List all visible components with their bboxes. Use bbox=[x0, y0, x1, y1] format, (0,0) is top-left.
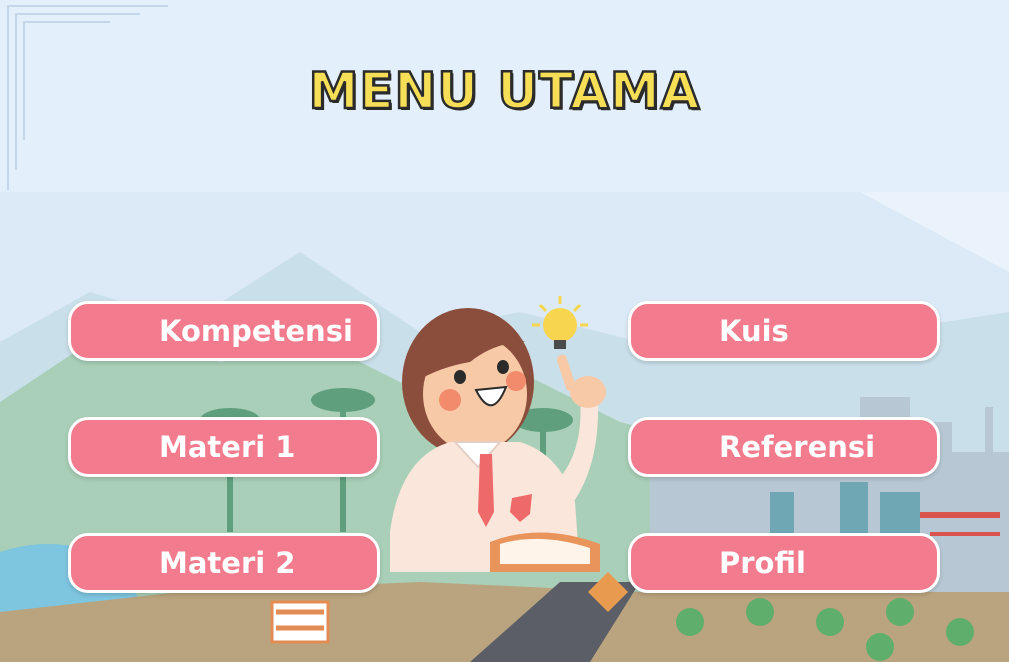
page-title: MENU UTAMA bbox=[307, 61, 701, 122]
referensi-button[interactable]: Referensi bbox=[628, 417, 940, 477]
kompetensi-button[interactable]: Kompetensi bbox=[68, 301, 380, 361]
materi-1-button[interactable]: Materi 1 bbox=[68, 417, 380, 477]
profil-button[interactable]: Profil bbox=[628, 533, 940, 593]
materi-2-button[interactable]: Materi 2 bbox=[68, 533, 380, 593]
kuis-button[interactable]: Kuis bbox=[628, 301, 940, 361]
materi-2-label: Materi 2 bbox=[159, 546, 296, 580]
kuis-label: Kuis bbox=[719, 314, 789, 348]
materi-1-label: Materi 1 bbox=[159, 430, 296, 464]
profil-label: Profil bbox=[719, 546, 806, 580]
kompetensi-label: Kompetensi bbox=[159, 314, 353, 348]
header: MENU UTAMA bbox=[0, 0, 1009, 192]
referensi-label: Referensi bbox=[719, 430, 876, 464]
